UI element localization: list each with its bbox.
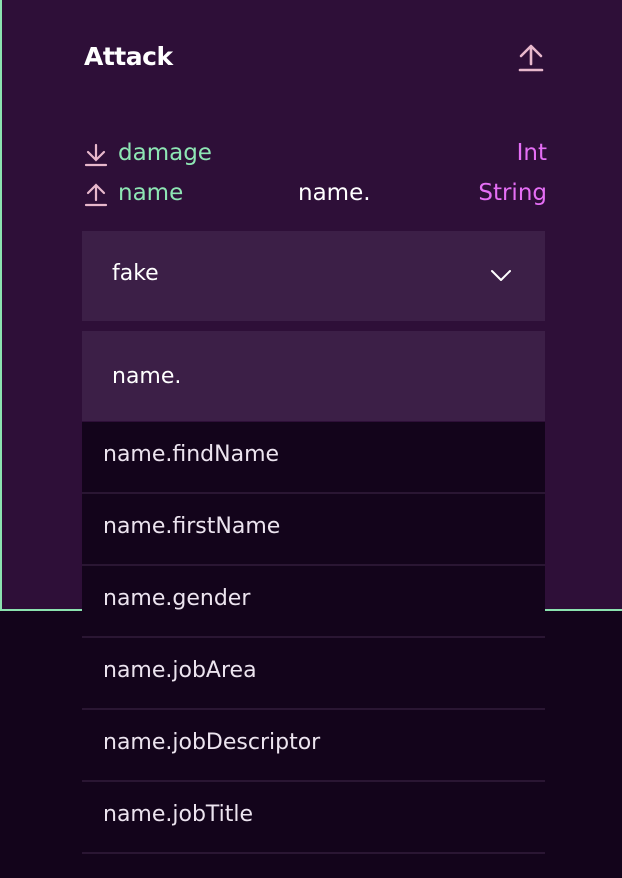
options-dropdown: name.findName name.firstName name.gender… bbox=[82, 422, 545, 854]
dropdown-option[interactable]: name.firstName bbox=[82, 494, 545, 566]
port-name: name bbox=[118, 180, 184, 206]
dropdown-option[interactable]: name.gender bbox=[82, 566, 545, 638]
port-name: damage bbox=[118, 140, 212, 166]
upload-icon[interactable] bbox=[517, 42, 545, 74]
option-label: name.jobDescriptor bbox=[103, 730, 321, 755]
select-value: fake bbox=[112, 261, 159, 286]
generator-select[interactable]: fake bbox=[82, 231, 545, 321]
port-row-name: name name. String bbox=[84, 179, 547, 211]
download-icon bbox=[84, 143, 108, 167]
component-title: Attack bbox=[84, 42, 173, 71]
dropdown-option[interactable]: name.jobArea bbox=[82, 638, 545, 710]
search-input[interactable] bbox=[112, 361, 512, 391]
option-label: name.jobTitle bbox=[103, 802, 254, 827]
option-label: name.gender bbox=[103, 586, 251, 611]
option-label: name.firstName bbox=[103, 514, 281, 539]
port-row-damage: damage Int bbox=[84, 139, 547, 171]
port-value: name. bbox=[298, 180, 371, 206]
option-label: name.findName bbox=[103, 442, 280, 467]
dropdown-option[interactable]: name.findName bbox=[82, 422, 545, 494]
upload-icon bbox=[84, 183, 108, 207]
dropdown-option[interactable]: name.jobTitle bbox=[82, 782, 545, 854]
search-field[interactable] bbox=[82, 331, 545, 421]
chevron-down-icon bbox=[491, 270, 511, 281]
option-label: name.jobArea bbox=[103, 658, 257, 683]
port-type: Int bbox=[516, 140, 547, 166]
dropdown-option[interactable]: name.jobDescriptor bbox=[82, 710, 545, 782]
port-type: String bbox=[478, 180, 547, 206]
